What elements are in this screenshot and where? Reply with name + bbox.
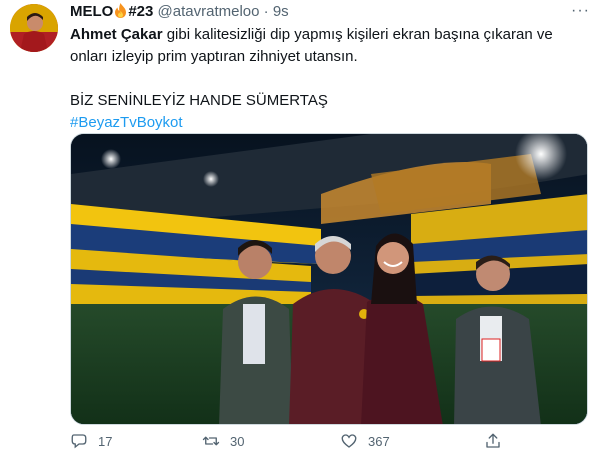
like-icon [341, 434, 357, 448]
avatar[interactable] [10, 4, 58, 52]
tweet-body: Ahmet Çakar gibi kalitesizliği dip yapmı… [70, 24, 590, 134]
display-name[interactable]: MELO [70, 3, 113, 20]
timestamp[interactable]: 9s [273, 3, 289, 20]
reply-button[interactable]: 17 [70, 432, 112, 450]
retweet-button[interactable]: 30 [202, 432, 244, 450]
tweet-text-line2: onları izleyip prim yaptıran zihniyet ut… [70, 48, 358, 65]
like-count: 367 [368, 433, 390, 449]
separator-dot: · [263, 3, 269, 20]
reply-icon [71, 434, 87, 449]
tweet-paragraph: Ahmet Çakar gibi kalitesizliği dip yapmı… [70, 24, 590, 46]
retweet-count: 30 [230, 433, 245, 449]
tweet-text-line1: gibi kalitesizliği dip yapmış kişileri e… [162, 26, 553, 43]
more-dots-icon[interactable]: ··· [571, 2, 590, 20]
reply-count: 17 [98, 433, 113, 449]
action-bar: 17 30 367 [70, 430, 590, 456]
share-button[interactable] [484, 432, 512, 450]
like-button[interactable]: 367 [340, 432, 390, 450]
user-handle[interactable]: @atavratmeloo [158, 3, 260, 20]
tweet-header: MELO #23 @atavratmeloo · 9s [70, 3, 590, 25]
mention-name: Ahmet Çakar [70, 26, 163, 43]
retweet-icon [202, 436, 220, 446]
tweet-shout-line: BİZ SENİNLEYİZ HANDE SÜMERTAŞ [70, 92, 328, 109]
fire-emoji-icon [114, 3, 127, 18]
share-icon [486, 433, 500, 448]
tweet-photo[interactable] [70, 133, 588, 425]
hashtag-link[interactable]: #BeyazTvBoykot [70, 114, 183, 131]
name-suffix[interactable]: #23 [128, 3, 153, 20]
